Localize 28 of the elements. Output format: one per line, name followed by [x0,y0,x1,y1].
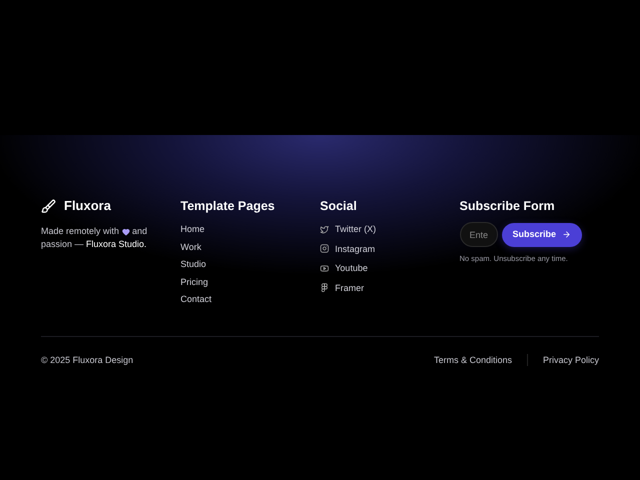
social-link[interactable]: Youtube [320,262,460,274]
social-link[interactable]: Framer [320,282,460,294]
play-icon [320,264,329,273]
footer-link[interactable]: Work [180,240,202,253]
legal-link[interactable]: Terms & Conditions [434,354,512,367]
brand-name: Fluxora [64,197,111,216]
tagline-text: Made remotely with [41,226,120,236]
legal-link[interactable]: Privacy Policy [542,354,599,367]
footer-link[interactable]: Studio [180,258,206,270]
footer-link[interactable]: Home [180,223,205,236]
footer-link[interactable]: Contact [180,293,212,306]
tagline-text: and [132,226,148,236]
social-link[interactable]: Twitter (X) [320,223,460,236]
camera-icon [320,244,329,254]
footer-link[interactable]: Pricing [180,276,208,288]
tagline-text: passion — Fluxora Studio. [41,238,147,251]
heart-icon [122,228,130,236]
subscribe-button[interactable]: Subscribe [502,222,582,246]
framer-icon [320,283,329,292]
social-link[interactable]: Instagram [320,242,460,255]
column-heading: Template Pages [180,198,276,215]
brush-icon [41,198,56,214]
copyright-text: © 2025 Fluxora Design [41,354,134,367]
column-heading: Social [320,198,358,215]
bird-icon [320,224,329,234]
email-field[interactable]: Ente [460,222,498,247]
column-heading: Subscribe Form [460,198,556,215]
arrow-icon [562,230,572,239]
